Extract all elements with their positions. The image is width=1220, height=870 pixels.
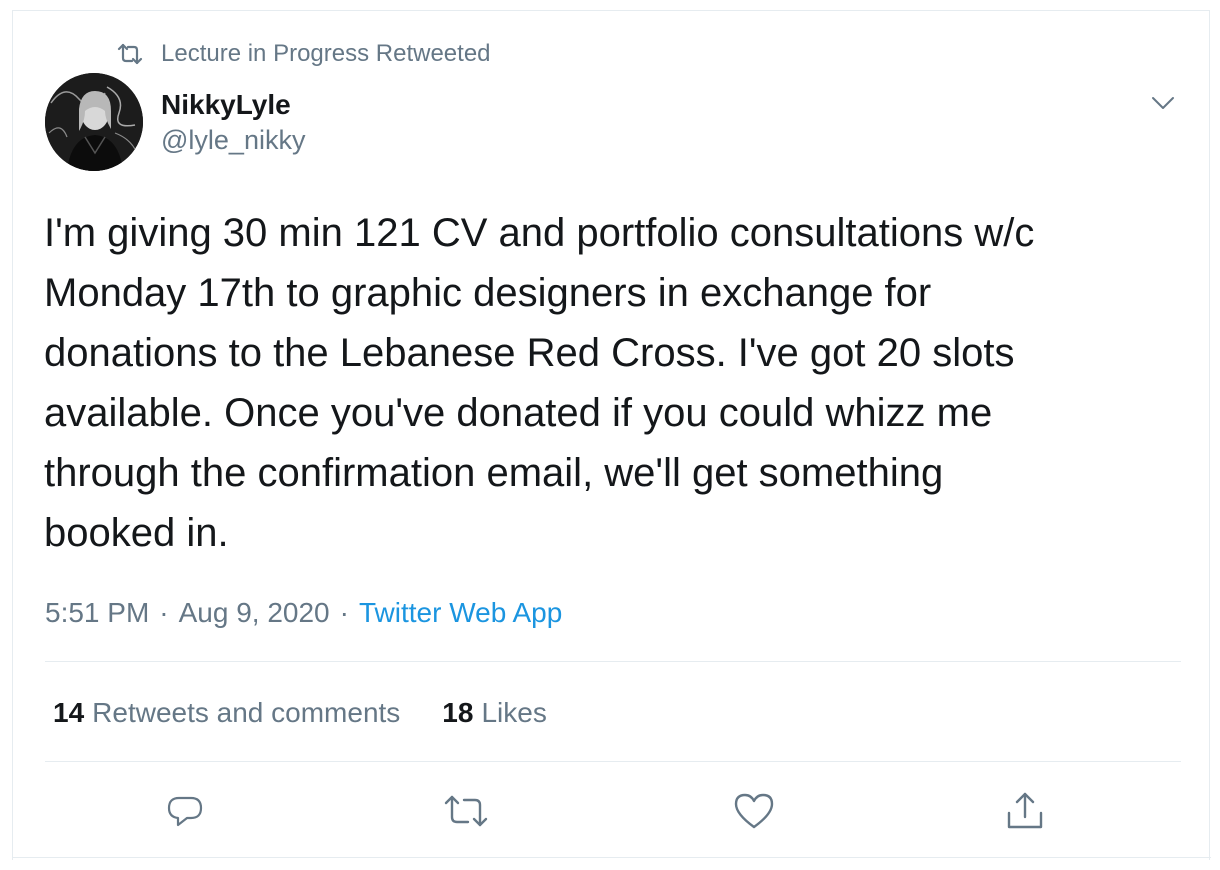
tweet-card: Lecture in Progress Retweeted NikkyLyle … xyxy=(12,10,1211,860)
display-name[interactable]: NikkyLyle xyxy=(161,89,305,121)
action-bar xyxy=(13,789,1211,839)
avatar[interactable] xyxy=(45,73,143,171)
like-button[interactable] xyxy=(730,789,778,837)
share-icon xyxy=(1005,791,1045,836)
user-handle[interactable]: @lyle_nikky xyxy=(161,123,305,157)
likes-stat[interactable]: 18 Likes xyxy=(442,695,547,731)
retweet-context[interactable]: Lecture in Progress Retweeted xyxy=(117,39,491,69)
retweets-label: Retweets and comments xyxy=(92,697,401,728)
tweet-source-link[interactable]: Twitter Web App xyxy=(359,595,562,631)
meta-separator: · xyxy=(339,597,349,628)
divider xyxy=(45,661,1181,662)
tweet-meta: 5:51 PM · Aug 9, 2020 · Twitter Web App xyxy=(45,595,562,631)
divider xyxy=(13,857,1211,858)
more-options-button[interactable] xyxy=(1149,91,1177,119)
retweet-context-label: Lecture in Progress Retweeted xyxy=(161,40,491,67)
tweet-stats: 14 Retweets and comments 18 Likes xyxy=(53,695,547,731)
likes-label: Likes xyxy=(481,697,547,728)
divider xyxy=(45,761,1181,762)
meta-separator: · xyxy=(159,597,169,628)
retweets-stat[interactable]: 14 Retweets and comments xyxy=(53,695,400,731)
tweet-date[interactable]: Aug 9, 2020 xyxy=(179,595,330,631)
share-button[interactable] xyxy=(1001,789,1049,837)
user-block[interactable]: NikkyLyle @lyle_nikky xyxy=(161,89,305,157)
heart-icon xyxy=(733,792,775,835)
reply-button[interactable] xyxy=(161,789,209,837)
chevron-down-icon xyxy=(1151,96,1175,115)
likes-count: 18 xyxy=(442,697,474,728)
reply-icon xyxy=(165,791,205,836)
retweet-icon xyxy=(444,794,488,833)
tweet-time[interactable]: 5:51 PM xyxy=(45,595,149,631)
tweet-text: I'm giving 30 min 121 CV and portfolio c… xyxy=(44,211,1035,555)
retweet-icon xyxy=(117,41,143,67)
retweets-count: 14 xyxy=(53,697,85,728)
retweet-button[interactable] xyxy=(442,789,490,837)
